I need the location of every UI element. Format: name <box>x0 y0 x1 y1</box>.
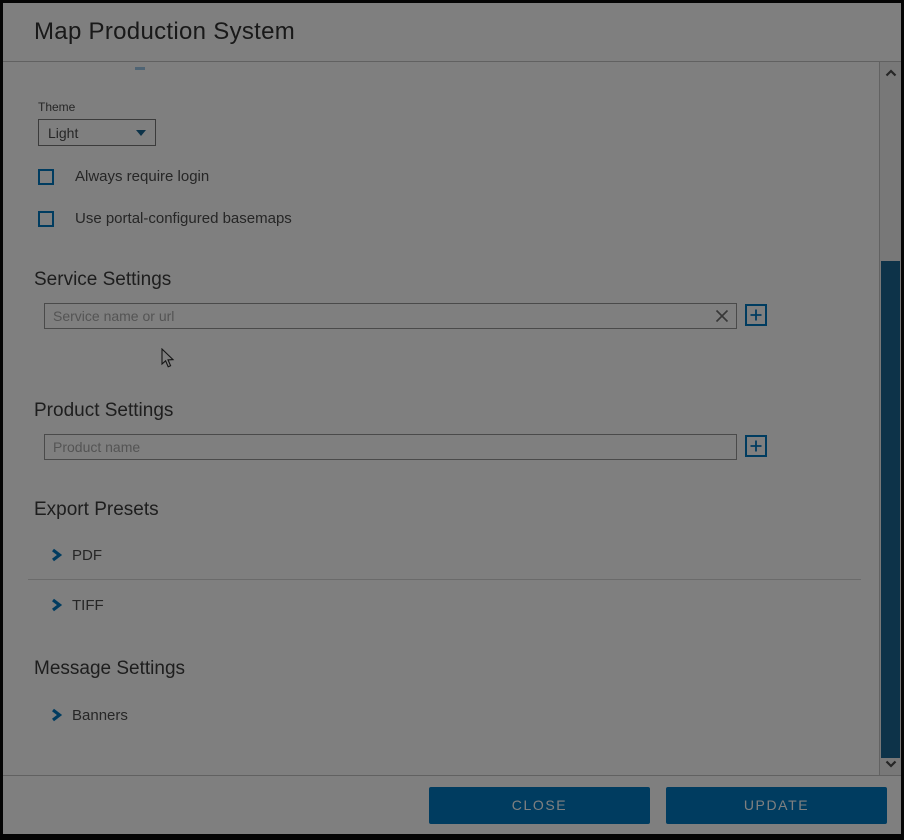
always-require-login-row: Always require login <box>38 168 879 185</box>
theme-select-value: Light <box>48 125 78 141</box>
message-settings-title: Message Settings <box>34 658 879 680</box>
export-preset-tiff[interactable]: TIFF <box>50 595 879 615</box>
export-preset-pdf[interactable]: PDF <box>50 545 879 565</box>
message-banners[interactable]: Banners <box>50 705 879 725</box>
theme-field: Theme Light <box>38 100 879 146</box>
update-button[interactable]: UPDATE <box>666 787 887 824</box>
map-production-system-dialog: Map Production System Theme Light Always… <box>3 3 901 834</box>
vertical-scrollbar[interactable] <box>879 62 901 775</box>
theme-select[interactable]: Light <box>38 119 156 146</box>
service-input-row <box>44 303 879 329</box>
product-input-wrap <box>44 434 737 460</box>
product-input-row <box>44 434 879 460</box>
service-input-wrap <box>44 303 737 329</box>
dialog-header: Map Production System <box>3 3 901 62</box>
close-button[interactable]: CLOSE <box>429 787 650 824</box>
checkbox-label: Always require login <box>75 168 209 185</box>
chevron-right-icon <box>50 548 63 562</box>
preset-label: Banners <box>72 707 128 724</box>
chevron-right-icon <box>50 708 63 722</box>
scroll-down-icon[interactable] <box>880 756 901 772</box>
portal-basemaps-checkbox[interactable] <box>38 211 54 227</box>
portal-basemaps-row: Use portal-configured basemaps <box>38 210 879 227</box>
preset-label: TIFF <box>72 597 104 614</box>
preset-divider <box>28 579 861 580</box>
x-clear-icon[interactable] <box>715 309 729 323</box>
mouse-cursor <box>161 348 175 374</box>
export-presets-title: Export Presets <box>34 499 879 521</box>
always-require-login-checkbox[interactable] <box>38 169 54 185</box>
scrolled-element-edge <box>135 67 145 70</box>
plus-add-icon <box>750 440 762 452</box>
theme-label: Theme <box>38 100 879 114</box>
caret-down-icon <box>136 130 146 136</box>
preset-label: PDF <box>72 547 102 564</box>
scrollbar-thumb[interactable] <box>881 261 900 758</box>
scroll-up-icon[interactable] <box>880 65 901 81</box>
chevron-right-icon <box>50 598 63 612</box>
add-product-button[interactable] <box>745 435 767 457</box>
dialog-scroll-content: Theme Light Always require login Use por… <box>3 62 879 775</box>
add-service-button[interactable] <box>745 304 767 326</box>
product-name-input[interactable] <box>44 434 737 460</box>
page-title: Map Production System <box>34 18 295 46</box>
checkbox-label: Use portal-configured basemaps <box>75 210 292 227</box>
product-settings-title: Product Settings <box>34 400 879 422</box>
plus-add-icon <box>750 309 762 321</box>
window-frame: Map Production System Theme Light Always… <box>0 0 904 840</box>
dialog-footer: CLOSE UPDATE <box>3 775 901 834</box>
service-name-input[interactable] <box>44 303 737 329</box>
service-settings-title: Service Settings <box>34 269 879 291</box>
